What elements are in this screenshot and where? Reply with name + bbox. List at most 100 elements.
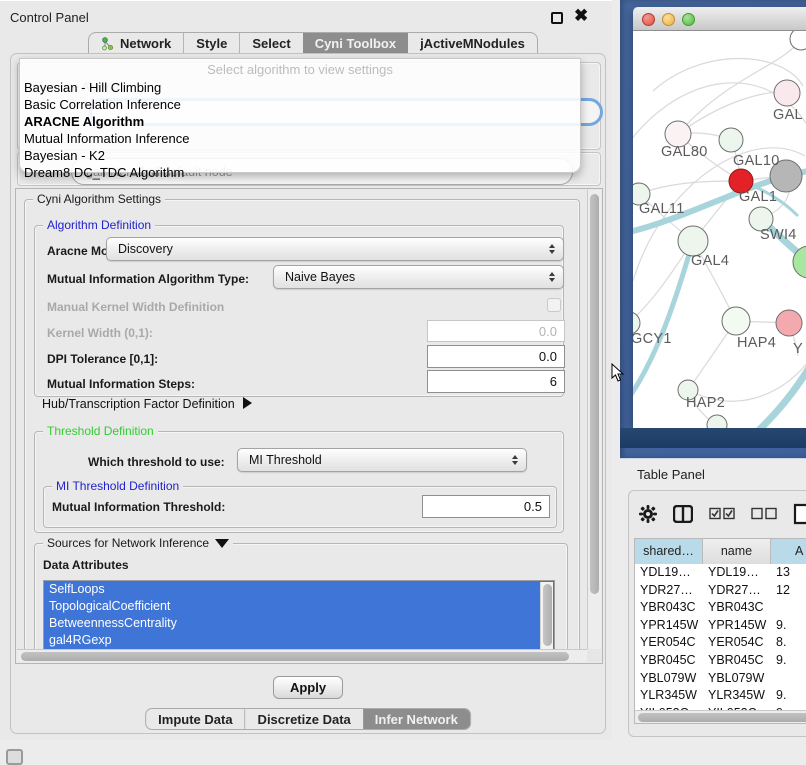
tab-select-label: Select: [252, 36, 290, 51]
list-scrollbar[interactable]: [540, 582, 553, 649]
table-row[interactable]: YBR043CYBR043C: [635, 599, 806, 617]
table-horizontal-scrollbar[interactable]: [635, 710, 806, 723]
sources-title-text: Sources for Network Inference: [47, 536, 209, 550]
table-row[interactable]: YDL19…YDL19…13: [635, 564, 806, 582]
minimized-panel-icon[interactable]: [6, 749, 23, 765]
scrollbar-corner: [587, 649, 601, 662]
node-label: GCY1: [633, 331, 672, 347]
cell-name: YBL079W: [703, 670, 771, 688]
tab-style[interactable]: Style: [183, 33, 239, 54]
sources-title: Sources for Network Inference: [43, 536, 233, 550]
mi-type-combobox[interactable]: Naive Bayes: [273, 265, 564, 289]
which-threshold-combobox[interactable]: MI Threshold: [237, 448, 527, 472]
unchecked-boxes-icon[interactable]: [751, 507, 777, 523]
aracne-mode-combobox[interactable]: Discovery: [106, 237, 564, 261]
cell-value: [771, 599, 806, 617]
tab-cyni-toolbox[interactable]: Cyni Toolbox: [303, 33, 408, 54]
new-table-icon[interactable]: [793, 503, 806, 528]
dropdown-item-selected[interactable]: ARACNE Algorithm: [24, 114, 144, 131]
network-window-titlebar[interactable]: [633, 7, 806, 31]
node-label: GAL10: [733, 153, 780, 169]
network-canvas[interactable]: GAL GAL80 GAL10 GAL1 GAL11 SWI4 GAL4 GCY…: [633, 31, 806, 428]
tab-infer-network[interactable]: Infer Network: [363, 709, 470, 729]
close-icon[interactable]: ✖: [574, 6, 588, 26]
hub-definition-label: Hub/Transcription Factor Definition: [42, 397, 235, 411]
hub-definition-section[interactable]: Hub/Transcription Factor Definition: [42, 397, 252, 411]
cell-value: 9.: [771, 652, 806, 670]
threshold-definition-group: Threshold Definition Which threshold to …: [34, 431, 564, 533]
close-traffic-light-icon[interactable]: [642, 13, 655, 26]
tab-network[interactable]: Network: [89, 33, 183, 54]
desktop-shadow-band: [620, 428, 806, 448]
table-toolbar: [639, 501, 806, 529]
table-panel: shared… name A YDL19…YDL19…13 YDR27…YDR2…: [628, 490, 806, 737]
manual-kernel-label: Manual Kernel Width Definition: [47, 300, 224, 314]
settings-horizontal-scrollbar[interactable]: [17, 649, 589, 662]
column-header-shared[interactable]: shared…: [635, 539, 703, 564]
sources-group: Sources for Network Inference Data Attri…: [34, 543, 568, 649]
tab-impute-data-label: Impute Data: [158, 712, 232, 727]
algorithm-definition-title: Algorithm Definition: [43, 218, 155, 232]
expand-right-icon[interactable]: [243, 397, 252, 409]
list-item[interactable]: BetweennessCentrality: [44, 615, 554, 632]
dpi-tolerance-field[interactable]: [427, 345, 565, 368]
tab-network-label: Network: [120, 36, 171, 51]
kernel-width-field[interactable]: [427, 320, 565, 342]
checked-boxes-icon[interactable]: [709, 507, 735, 523]
data-attributes-label: Data Attributes: [43, 558, 129, 572]
cell-value: 13: [771, 564, 806, 582]
minimize-traffic-light-icon[interactable]: [662, 13, 675, 26]
column-header-partial[interactable]: A: [771, 539, 806, 564]
cell-name: YPR145W: [703, 617, 771, 635]
cell-name: YBR045C: [703, 652, 771, 670]
table-row[interactable]: YPR145WYPR145W9.: [635, 617, 806, 635]
zoom-traffic-light-icon[interactable]: [682, 13, 695, 26]
float-window-icon[interactable]: [551, 12, 563, 24]
list-item[interactable]: gal4RGexp: [44, 632, 554, 649]
dropdown-item[interactable]: Basic Correlation Inference: [24, 97, 181, 114]
data-attributes-list[interactable]: SelfLoops TopologicalCoefficient Between…: [43, 580, 555, 649]
mi-steps-field[interactable]: [427, 370, 565, 393]
mi-threshold-field[interactable]: [422, 495, 550, 518]
node-attribute-table[interactable]: shared… name A YDL19…YDL19…13 YDR27…YDR2…: [634, 538, 806, 724]
table-row[interactable]: YLR345WYLR345W9.: [635, 687, 806, 705]
dropdown-item[interactable]: Dream8 DC_TDC Algorithm: [24, 165, 184, 182]
control-panel-header: Control Panel ✖: [0, 3, 612, 31]
tab-discretize-data[interactable]: Discretize Data: [245, 709, 363, 729]
combo-arrows-icon: [512, 455, 518, 465]
combo-arrows-icon: [549, 244, 555, 254]
table-row[interactable]: YBR045CYBR045C9.: [635, 652, 806, 670]
network-icon: [101, 37, 114, 51]
tab-select[interactable]: Select: [239, 33, 302, 54]
tab-impute-data[interactable]: Impute Data: [146, 709, 244, 729]
column-header-name[interactable]: name: [703, 539, 771, 564]
kernel-width-label: Kernel Width (0,1):: [47, 326, 153, 340]
list-item[interactable]: TopologicalCoefficient: [44, 598, 554, 615]
collapse-down-icon[interactable]: [215, 539, 229, 548]
node-label: GAL1: [739, 189, 777, 205]
settings-vertical-scrollbar[interactable]: [587, 190, 601, 650]
control-panel-tabbar: Network Style Select Cyni Toolbox jActiv…: [88, 32, 538, 54]
dropdown-item[interactable]: Mutual Information Inference: [24, 131, 189, 148]
manual-kernel-checkbox[interactable]: [547, 298, 561, 312]
gear-icon[interactable]: [639, 505, 657, 526]
tab-jactivemnodules-label: jActiveMNodules: [420, 36, 525, 51]
table-row[interactable]: YBL079WYBL079W: [635, 670, 806, 688]
cell-shared: YBR045C: [635, 652, 703, 670]
mi-steps-label: Mutual Information Steps:: [47, 377, 195, 391]
table-row[interactable]: YER054CYER054C8.: [635, 634, 806, 652]
settings-scrollpane: Cyni Algorithm Settings Algorithm Defini…: [15, 188, 603, 664]
dropdown-item[interactable]: Bayesian - K2: [24, 148, 105, 165]
cell-value: 12: [771, 582, 806, 600]
node-label: GAL: [773, 107, 803, 123]
list-item[interactable]: SelfLoops: [44, 581, 554, 598]
columns-icon[interactable]: [673, 505, 693, 526]
dropdown-item[interactable]: Bayesian - Hill Climbing: [24, 80, 161, 97]
table-row[interactable]: YDR27…YDR27…12: [635, 582, 806, 600]
mi-type-label: Mutual Information Algorithm Type:: [47, 272, 249, 286]
network-view-window[interactable]: GAL GAL80 GAL10 GAL1 GAL11 SWI4 GAL4 GCY…: [633, 7, 806, 428]
apply-button[interactable]: Apply: [273, 676, 343, 699]
tab-jactivemnodules[interactable]: jActiveMNodules: [408, 33, 537, 54]
cyni-algorithm-settings-title: Cyni Algorithm Settings: [33, 192, 165, 206]
node-label: HAP4: [737, 335, 776, 351]
